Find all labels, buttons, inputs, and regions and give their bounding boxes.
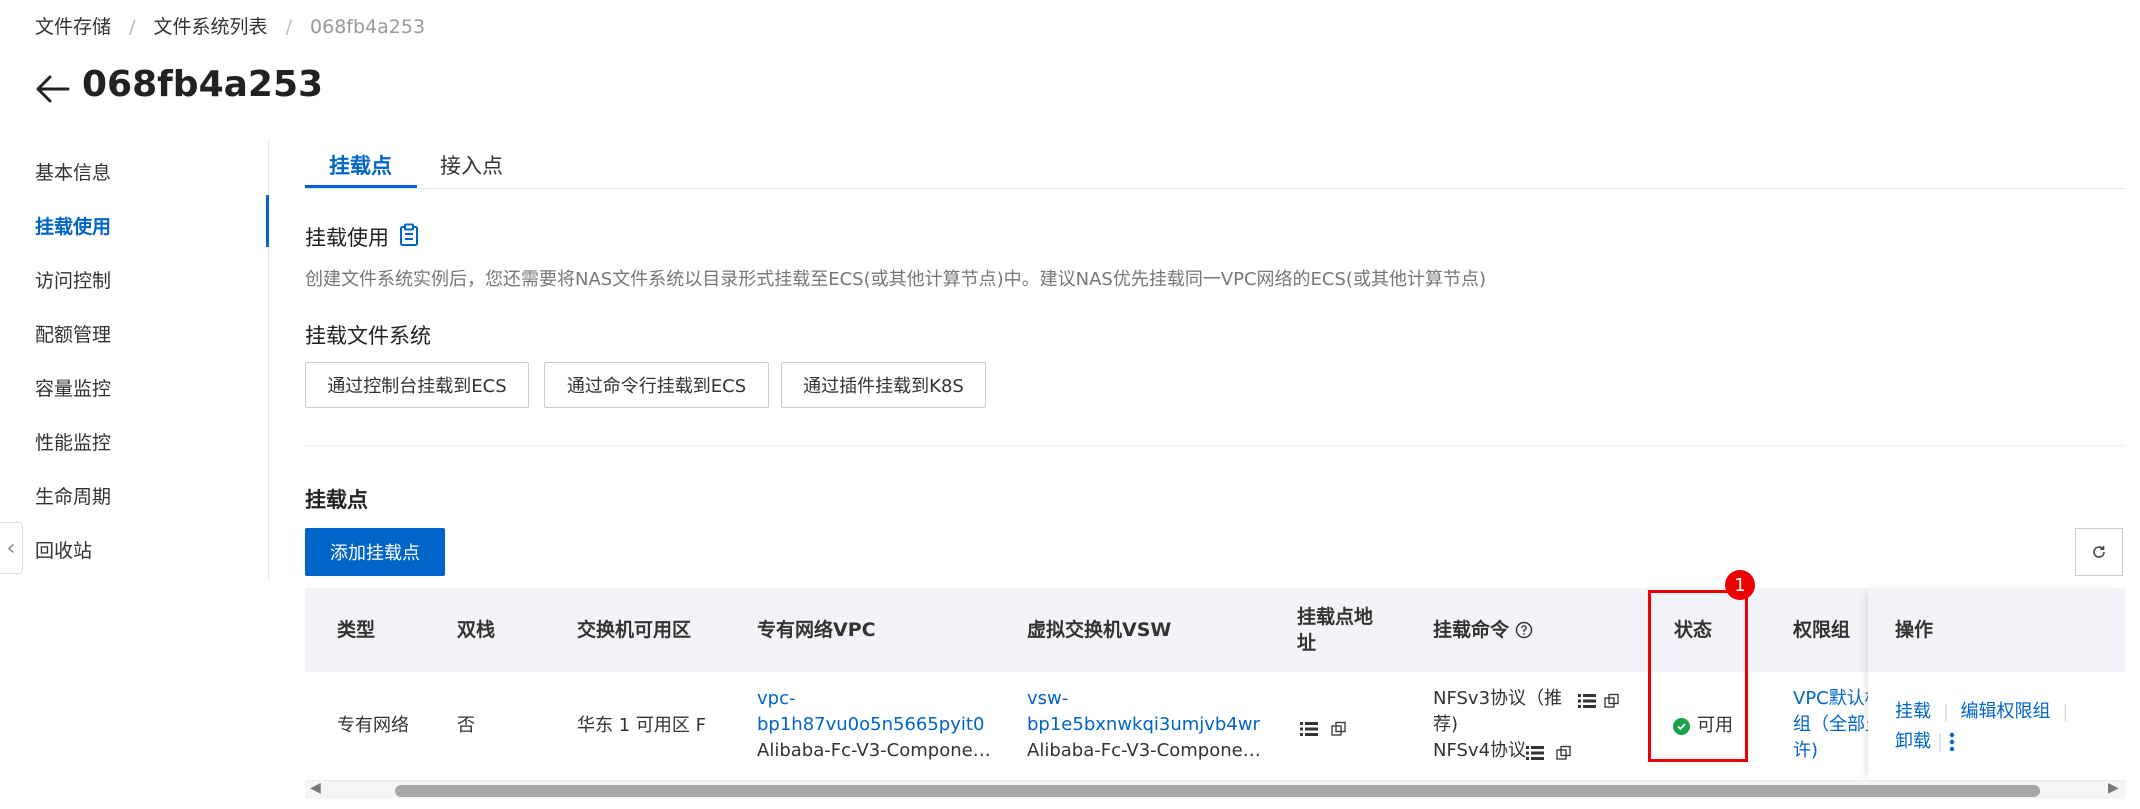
unmount-link[interactable]: 卸载 <box>1895 729 1931 755</box>
mount-link[interactable]: 挂载 <box>1895 701 1931 722</box>
column-header-permission-group: 权限组 <box>1793 619 1851 641</box>
column-header-dual-stack: 双栈 <box>457 619 496 641</box>
tabs-divider <box>305 188 2125 189</box>
tab-active-underline <box>305 185 417 188</box>
permission-group-link-line3[interactable]: 许) <box>1793 738 1868 764</box>
cell-operations: 挂载 | 编辑权限组 | <box>1895 699 2074 725</box>
list-icon[interactable] <box>1578 691 1597 708</box>
section-title-mount-points: 挂载点 <box>305 488 368 512</box>
edit-permission-group-link[interactable]: 编辑权限组 <box>1961 701 2051 722</box>
copy-icon[interactable] <box>1331 721 1347 737</box>
column-header-command: 挂载命令 <box>1433 617 1533 643</box>
cell-operations-row2: 卸载 | <box>1895 729 1955 755</box>
column-header-vsw: 虚拟交换机VSW <box>1027 619 1172 641</box>
mount-via-console-button[interactable]: 通过控制台挂载到ECS <box>305 362 529 408</box>
sidebar-item-performance-monitor[interactable]: 性能监控 <box>35 428 111 455</box>
section-divider <box>305 445 2125 446</box>
ops-divider: | <box>1937 731 1944 752</box>
list-icon[interactable] <box>1526 743 1545 760</box>
breadcrumb-item-fs-list[interactable]: 文件系统列表 <box>154 16 268 38</box>
ops-divider: | <box>1942 701 1949 722</box>
sidebar-item-quota[interactable]: 配额管理 <box>35 320 111 347</box>
permission-group-link-line2[interactable]: 组（全部允 <box>1793 712 1868 738</box>
vsw-id-link-line1[interactable]: vsw- <box>1027 686 1267 712</box>
back-arrow-icon[interactable] <box>34 70 72 108</box>
column-header-operations: 操作 <box>1895 619 1934 641</box>
more-vertical-icon[interactable] <box>1949 732 1955 752</box>
highlight-box <box>1648 590 1748 762</box>
ops-divider: | <box>2062 701 2069 722</box>
column-header-zone: 交换机可用区 <box>577 619 692 641</box>
mount-via-cli-button[interactable]: 通过命令行挂载到ECS <box>544 362 769 408</box>
cell-dual-stack: 否 <box>457 715 475 736</box>
column-header-type: 类型 <box>337 619 376 641</box>
vsw-name: Alibaba-Fc-V3-Componen... <box>1027 740 1267 761</box>
sidebar-item-recycle-bin[interactable]: 回收站 <box>35 536 92 563</box>
vsw-id-link-line2[interactable]: bp1e5bxnwkqi3umjvb4wr <box>1027 712 1267 738</box>
sidebar-item-lifecycle[interactable]: 生命周期 <box>35 482 111 509</box>
nfsv3-label-line1: NFSv3协议（推 <box>1433 688 1563 709</box>
section-title-mount-fs: 挂载文件系统 <box>305 324 431 348</box>
scrollbar-thumb[interactable] <box>395 785 2040 797</box>
nfsv4-label: NFSv4协议 <box>1433 740 1527 761</box>
column-header-address: 挂载点地 址 <box>1297 604 1373 656</box>
sidebar-active-indicator <box>266 195 269 247</box>
cell-mount-command: NFSv3协议（推 荐) NFSv4协议 <box>1433 686 1643 764</box>
column-header-address-line1: 挂载点地 <box>1297 606 1374 628</box>
vpc-id-link-line1[interactable]: vpc- <box>757 686 997 712</box>
copy-icon[interactable] <box>1604 691 1620 708</box>
sidebar-item-mount-usage[interactable]: 挂载使用 <box>35 212 111 239</box>
vpc-name: Alibaba-Fc-V3-Componen... <box>757 740 997 761</box>
page-title: 068fb4a253 <box>82 64 324 105</box>
breadcrumb: 文件存储 / 文件系统列表 / 068fb4a253 <box>35 12 425 39</box>
sidebar-item-access-control[interactable]: 访问控制 <box>35 266 111 293</box>
section-title-mount-usage: 挂载使用 <box>305 226 389 250</box>
tab-access-points[interactable]: 接入点 <box>440 150 503 180</box>
cell-zone: 华东 1 可用区 F <box>577 715 706 736</box>
copy-icon[interactable] <box>1556 743 1572 760</box>
cell-address <box>1300 718 1347 737</box>
cell-type: 专有网络 <box>337 715 409 736</box>
column-header-address-line2: 址 <box>1297 632 1317 654</box>
cell-vsw: vsw- bp1e5bxnwkqi3umjvb4wr Alibaba-Fc-V3… <box>1027 686 1267 764</box>
breadcrumb-item-file-storage[interactable]: 文件存储 <box>35 16 111 38</box>
sidebar-item-capacity-monitor[interactable]: 容量监控 <box>35 374 111 401</box>
cell-vpc: vpc- bp1h87vu0o5n5665pyit0 Alibaba-Fc-V3… <box>757 686 997 764</box>
add-mount-point-button[interactable]: 添加挂载点 <box>305 528 445 576</box>
sidebar-item-basic-info[interactable]: 基本信息 <box>35 158 111 185</box>
tab-mount-points[interactable]: 挂载点 <box>329 150 392 180</box>
scroll-left-arrow-icon[interactable]: ◀ <box>310 780 321 796</box>
list-icon[interactable] <box>1300 721 1318 737</box>
breadcrumb-separator: / <box>129 16 136 38</box>
help-icon[interactable] <box>1515 621 1533 639</box>
refresh-icon[interactable] <box>2075 528 2123 576</box>
annotation-marker: 1 <box>1725 570 1755 600</box>
mount-usage-description: 创建文件系统实例后，您还需要将NAS文件系统以目录形式挂载至ECS(或其他计算节… <box>305 269 1486 290</box>
permission-group-link-line1[interactable]: VPC默认权 <box>1793 686 1868 712</box>
breadcrumb-separator: / <box>285 16 292 38</box>
sidebar-collapse-icon[interactable]: ‹ <box>0 522 23 574</box>
breadcrumb-item-current: 068fb4a253 <box>310 16 426 38</box>
scroll-right-arrow-icon[interactable]: ▶ <box>2108 780 2119 796</box>
nfsv3-label-line2: 荐) <box>1433 714 1459 735</box>
cell-permission-group: VPC默认权 组（全部允 许) <box>1793 686 1868 764</box>
vpc-id-link-line2[interactable]: bp1h87vu0o5n5665pyit0 <box>757 712 997 738</box>
column-header-command-label: 挂载命令 <box>1433 619 1510 641</box>
clipboard-icon[interactable] <box>398 223 420 247</box>
mount-via-k8s-plugin-button[interactable]: 通过插件挂载到K8S <box>781 362 986 408</box>
column-header-vpc: 专有网络VPC <box>757 619 876 641</box>
